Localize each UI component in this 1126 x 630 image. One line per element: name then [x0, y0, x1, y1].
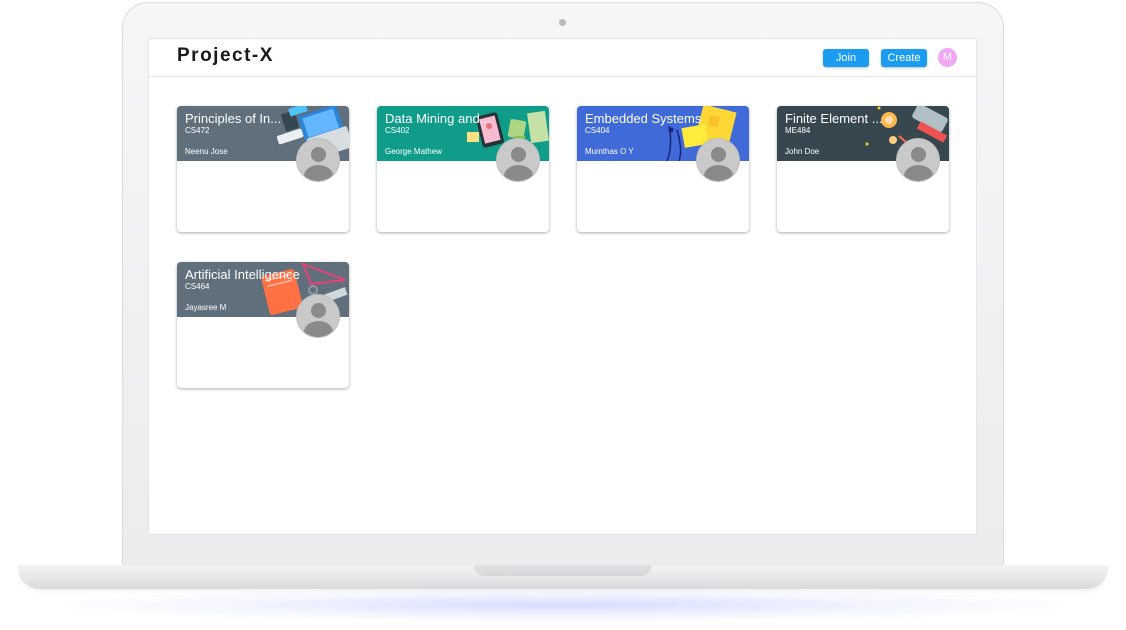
course-card[interactable]: Principles of In... CS472 Neenu Jose	[177, 106, 349, 232]
course-teacher: Jayasree M	[185, 303, 227, 312]
course-card[interactable]: Data Mining and... CS402 George Mathew	[377, 106, 549, 232]
course-title: Finite Element ...	[785, 111, 883, 126]
laptop-camera	[559, 19, 566, 26]
course-code: CS472	[185, 126, 210, 135]
teacher-avatar-icon	[296, 294, 340, 338]
laptop-base-notch	[474, 565, 652, 576]
course-title: Artificial Intelligence	[185, 267, 300, 282]
teacher-avatar-icon	[896, 138, 940, 182]
course-card[interactable]: Finite Element ... ME484 John Doe	[777, 106, 949, 232]
user-avatar[interactable]: M	[938, 48, 957, 67]
top-navigation-bar: Project-X Join Create M	[149, 39, 976, 77]
course-code: CS402	[385, 126, 410, 135]
course-code: CS464	[185, 282, 210, 291]
join-button[interactable]: Join	[823, 49, 869, 67]
course-card[interactable]: Artificial Intelligence CS464 Jayasree M	[177, 262, 349, 388]
laptop-shadow	[60, 588, 1066, 622]
course-teacher: John Doe	[785, 147, 820, 156]
course-teacher: Neenu Jose	[185, 147, 228, 156]
course-title: Principles of In...	[185, 111, 282, 126]
teacher-avatar-icon	[696, 138, 740, 182]
app-screen: Project-X Join Create M Principles of In…	[148, 38, 977, 535]
app-brand[interactable]: Project-X	[177, 45, 274, 67]
create-button[interactable]: Create	[881, 49, 927, 67]
course-code: CS404	[585, 126, 610, 135]
course-teacher: George Mathew	[385, 147, 442, 156]
course-teacher: Mumthas O Y	[585, 147, 634, 156]
course-card[interactable]: Embedded Systems CS404 Mumthas O Y	[577, 106, 749, 232]
course-code: ME484	[785, 126, 811, 135]
teacher-avatar-icon	[296, 138, 340, 182]
teacher-avatar-icon	[496, 138, 540, 182]
course-title: Embedded Systems	[585, 111, 702, 126]
course-title: Data Mining and...	[385, 111, 491, 126]
